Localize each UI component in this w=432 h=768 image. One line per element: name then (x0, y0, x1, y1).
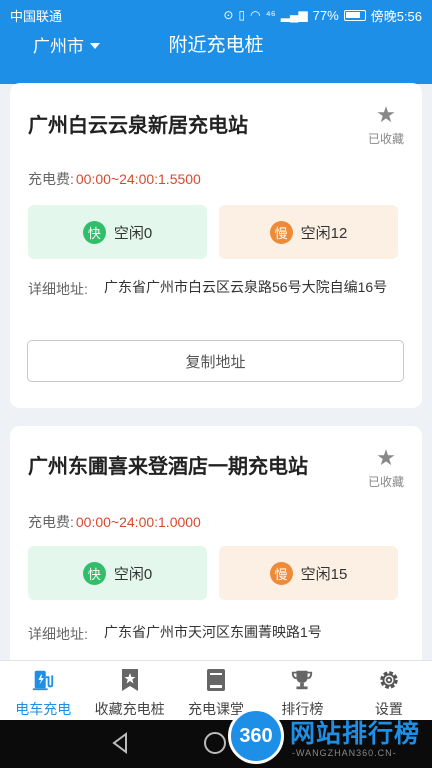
fast-available: 空闲0 (113, 565, 153, 583)
watermark-logo: 360 (228, 708, 284, 764)
signal-icon: ⁴⁶ (265, 8, 276, 22)
vibrate-icon: ▯ (238, 8, 246, 22)
trophy-icon (290, 667, 314, 693)
location-icon: ⊙ (223, 8, 234, 22)
copy-address-button[interactable]: 复制地址 (27, 340, 404, 382)
fee-value: 00:00~24:00:1.5500 (75, 171, 201, 187)
star-icon: ★ (376, 445, 396, 470)
wifi-icon: ◠ (250, 8, 261, 22)
status-time: 傍晚5:56 (370, 8, 422, 24)
fee-label: 充电费: (28, 171, 74, 187)
address-row: 详细地址: 广东省广州市天河区东圃菁映路1号 (28, 624, 404, 644)
tab-label: 收藏充电桩 (94, 701, 165, 717)
watermark: 360 网站排行榜 -WANGZHAN360.CN- (228, 706, 432, 768)
app-header: 广州市 附近充电桩 (0, 30, 432, 60)
address-value: 广东省广州市天河区东圃菁映路1号 (104, 624, 322, 640)
back-icon[interactable] (110, 732, 130, 759)
tab-favorites[interactable]: 收藏充电桩 (86, 661, 172, 720)
watermark-text: 网站排行榜 (290, 720, 421, 748)
fast-available: 空闲0 (113, 224, 153, 242)
address-value: 广东省广州市白云区云泉路56号大院自编16号 (104, 279, 388, 295)
fee-row: 充电费: 00:00~24:00:1.0000 (28, 512, 201, 532)
battery-icon (343, 9, 366, 21)
fast-badge: 快 (82, 561, 106, 585)
fast-badge: 快 (82, 220, 106, 244)
home-icon[interactable] (204, 732, 226, 754)
station-name: 广州东圃喜来登酒店一期充电站 (28, 456, 308, 478)
slow-available: 空闲15 (300, 565, 348, 583)
watermark-subtext: -WANGZHAN360.CN- (292, 748, 397, 758)
tab-ev-charging[interactable]: 电车充电 (0, 661, 86, 720)
page-title: 附近充电桩 (168, 35, 264, 56)
address-row: 详细地址: 广东省广州市白云区云泉路56号大院自编16号 (28, 279, 404, 299)
station-card[interactable]: 广州东圃喜来登酒店一期充电站 ★ 已收藏 充电费: 00:00~24:00:1.0… (10, 426, 422, 686)
favorite-label: 已收藏 (367, 132, 404, 146)
fee-row: 充电费: 00:00~24:00:1.5500 (28, 169, 201, 189)
battery-percent: 77% (312, 7, 339, 23)
fee-value: 00:00~24:00:1.0000 (75, 514, 201, 530)
station-card[interactable]: 广州白云云泉新居充电站 ★ 已收藏 充电费: 00:00~24:00:1.5500… (10, 83, 422, 408)
bookmark-star-icon (118, 667, 142, 693)
slow-charger-status: 慢 空闲12 (219, 205, 398, 259)
fast-charger-status: 快 空闲0 (28, 205, 207, 259)
tab-label: 电车充电 (15, 701, 72, 717)
address-label: 详细地址: (28, 626, 88, 642)
gear-icon (377, 667, 401, 693)
address-label: 详细地址: (28, 281, 88, 297)
slow-badge: 慢 (269, 220, 293, 244)
station-name: 广州白云云泉新居充电站 (28, 115, 248, 137)
slow-badge: 慢 (269, 561, 293, 585)
slow-available: 空闲12 (300, 224, 348, 242)
ev-charger-icon (31, 667, 55, 693)
favorite-button[interactable]: ★ 已收藏 (364, 103, 408, 147)
favorite-button[interactable]: ★ 已收藏 (364, 446, 408, 490)
fast-charger-status: 快 空闲0 (28, 546, 207, 600)
signal-bars-icon: ▂▄▆ (280, 8, 308, 22)
status-bar: 中国联通 ⊙ ▯ ◠ ⁴⁶ ▂▄▆ 77% 傍晚5:56 (0, 0, 432, 30)
carrier-name: 中国联通 (10, 8, 63, 24)
fee-label: 充电费: (28, 514, 74, 530)
star-icon: ★ (376, 102, 396, 127)
slow-charger-status: 慢 空闲15 (219, 546, 398, 600)
book-icon (204, 667, 228, 693)
favorite-label: 已收藏 (367, 475, 404, 489)
